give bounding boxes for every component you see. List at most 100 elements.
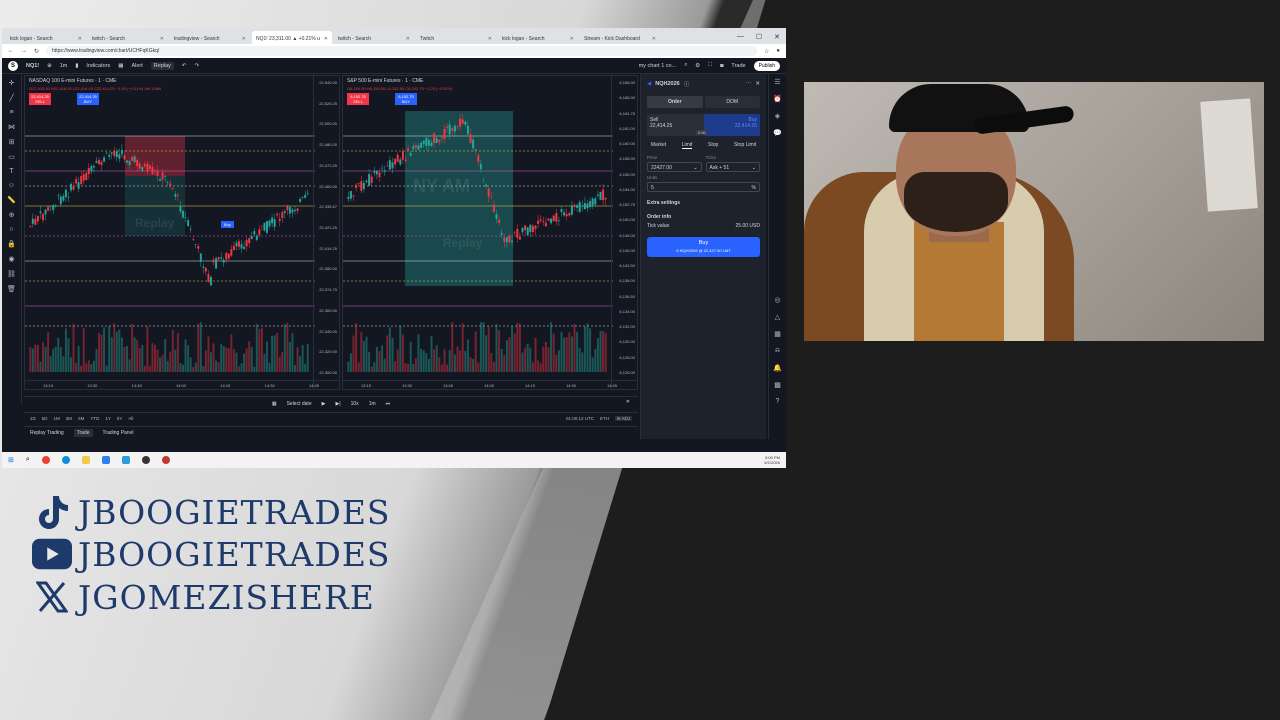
price-axis[interactable]: 22,540.00 22,526.25 22,500.00 22,480.00 22,4… (313, 76, 339, 389)
price-input[interactable]: 22427.00 ⌄ (647, 162, 702, 172)
range-button[interactable]: YTD (90, 416, 99, 421)
more-icon[interactable]: ⋯ (746, 81, 752, 87)
indicators-button[interactable]: Indicators (86, 63, 110, 69)
layers-icon[interactable]: ◈ (775, 112, 780, 120)
price-axis[interactable]: 6,168.00 6,166.00 6,164.75 6,162.00 6,160.00… (611, 76, 637, 389)
tab-order[interactable]: Order (647, 96, 703, 108)
profile-icon[interactable]: ● (776, 48, 780, 54)
utc-clock[interactable]: 01:00:12 UTC (566, 416, 594, 421)
mail-icon[interactable] (121, 456, 130, 464)
templates-icon[interactable]: ▦ (118, 63, 123, 69)
replay-button[interactable]: Replay (150, 61, 174, 70)
tab-dom[interactable]: DOM (704, 96, 760, 108)
back-icon[interactable]: ← (8, 48, 14, 54)
magnet-icon[interactable]: ∩ (9, 226, 14, 233)
select-date-button[interactable]: Select date (287, 401, 312, 407)
type-market[interactable]: Market (651, 142, 666, 149)
close-replay-icon[interactable]: ✕ (626, 399, 630, 405)
close-icon[interactable]: ✕ (755, 81, 760, 87)
url-field[interactable]: https://www.tradingview.com/chart/UCHFqK… (46, 46, 757, 56)
minimize-icon[interactable]: — (737, 33, 744, 41)
target-icon[interactable]: ◎ (774, 296, 780, 304)
browser-tab[interactable]: Twitch ✕ (416, 31, 496, 44)
chrome-icon[interactable] (41, 456, 50, 464)
place-buy-button[interactable]: Buy 5 NQH2026 @ 22,427.00 LMT (647, 237, 760, 257)
close-tab-icon[interactable]: ✕ (570, 36, 574, 42)
undo-icon[interactable]: ↶ (182, 63, 187, 69)
browser-tab[interactable]: NQ1! 23,311.00 ▲ +0.21% u ✕ (252, 31, 332, 44)
layout-button[interactable]: my chart 1 co... (639, 63, 677, 69)
buy-order-tag[interactable]: Buy (221, 221, 234, 228)
maximize-icon[interactable]: ☐ (756, 33, 762, 41)
trendline-icon[interactable]: ╱ (9, 94, 13, 102)
shapes-icon[interactable]: ▭ (8, 153, 15, 161)
range-button[interactable]: 1Y (105, 416, 111, 421)
fullscreen-icon[interactable]: ⛶ (708, 62, 712, 69)
trash-icon[interactable]: 🗑 (7, 285, 16, 293)
calendar-icon[interactable]: ▦ (774, 330, 781, 338)
extra-settings[interactable]: Extra settings (647, 200, 760, 206)
ext-toggle[interactable]: ETH (600, 416, 609, 421)
close-tab-icon[interactable]: ✕ (242, 36, 246, 42)
chart-nasdaq[interactable]: Replay NASDAQ 100 E-mini Futures · 1 · C… (24, 75, 340, 390)
eye-icon[interactable]: ◉ (8, 255, 14, 263)
forward-icon[interactable]: → (21, 48, 27, 54)
obs-icon[interactable] (141, 456, 150, 464)
settings-icon[interactable]: ⚙ (695, 63, 700, 69)
range-button[interactable]: 1D (30, 416, 36, 421)
browser-tab[interactable]: kick logan - Search ✕ (6, 31, 86, 44)
star-icon[interactable]: ☆ (764, 48, 769, 55)
close-window-icon[interactable]: ✕ (774, 33, 780, 41)
streams-icon[interactable]: ⍾ (775, 347, 780, 355)
browser-tab[interactable]: kick logan - Search ✕ (498, 31, 578, 44)
windows-start-icon[interactable]: ⊞ (8, 456, 14, 464)
close-tab-icon[interactable]: ✕ (78, 36, 82, 42)
close-tab-icon[interactable]: ✕ (324, 36, 328, 42)
browser-tab[interactable]: twitch - Search ✕ (334, 31, 414, 44)
search-icon[interactable]: ⌕ (684, 62, 687, 69)
range-button[interactable]: 3M (66, 416, 72, 421)
pattern-icon[interactable]: ⋈ (8, 123, 15, 131)
type-stop[interactable]: Stop (708, 142, 718, 149)
browser-tab[interactable]: Stream - Kick Dashboard ✕ (580, 31, 660, 44)
buy-button[interactable]: 6,152.75 BUY (395, 93, 417, 105)
trade-button[interactable]: Trade (731, 63, 745, 69)
adj-toggle[interactable]: B-ADJ (614, 416, 632, 421)
chat-icon[interactable]: 💬 (773, 129, 782, 137)
watchlist-icon[interactable]: ☰ (774, 78, 780, 86)
speed-select[interactable]: 10x (351, 401, 359, 407)
refresh-icon[interactable]: ↻ (34, 48, 39, 55)
edge-icon[interactable] (61, 456, 70, 464)
interval-select[interactable]: 1m (369, 401, 376, 407)
alerts-icon[interactable]: ⏰ (773, 95, 782, 103)
jump-realtime-icon[interactable]: ⏭ (386, 401, 391, 407)
range-button[interactable]: 5Y (117, 416, 123, 421)
symbol-search[interactable]: NQ1! (26, 63, 39, 69)
forecast-icon[interactable]: ⊞ (9, 138, 15, 146)
app-icon[interactable] (161, 456, 170, 464)
grid-icon[interactable]: ▩ (774, 381, 781, 389)
explorer-icon[interactable] (81, 456, 90, 464)
step-forward-icon[interactable]: ▶| (335, 401, 340, 407)
link-icon[interactable]: ⛓ (7, 270, 16, 278)
search-icon[interactable]: ⌕ (26, 456, 30, 464)
text-icon[interactable]: T (9, 168, 13, 175)
chart-sp500[interactable]: NY AM Replay S&P 500 E-mini Futures · 1 … (342, 75, 638, 390)
sell-button[interactable]: 22,414.25 SELL (29, 93, 51, 105)
range-button[interactable]: 6M (78, 416, 84, 421)
lock-icon[interactable]: 🔒 (7, 240, 16, 248)
range-button[interactable]: 1M (54, 416, 60, 421)
publish-button[interactable]: Publish (753, 60, 780, 71)
store-icon[interactable] (101, 456, 110, 464)
type-limit[interactable]: Limit (681, 142, 693, 149)
camera-icon[interactable]: ◙ (720, 63, 723, 69)
fib-icon[interactable]: ≡ (9, 109, 13, 116)
browser-tab[interactable]: tradingview - Search ✕ (170, 31, 250, 44)
taskbar-clock[interactable]: 5:00 PM 6/1/2026 (764, 455, 786, 465)
tab-replay-trading[interactable]: Replay Trading (30, 430, 64, 436)
ticks-input[interactable]: Ask + 51 ⌄ (705, 162, 760, 172)
tab-trading-panel[interactable]: Trading Panel (103, 430, 134, 436)
close-tab-icon[interactable]: ✕ (406, 36, 410, 42)
close-tab-icon[interactable]: ✕ (488, 36, 492, 42)
close-tab-icon[interactable]: ✕ (652, 36, 656, 42)
